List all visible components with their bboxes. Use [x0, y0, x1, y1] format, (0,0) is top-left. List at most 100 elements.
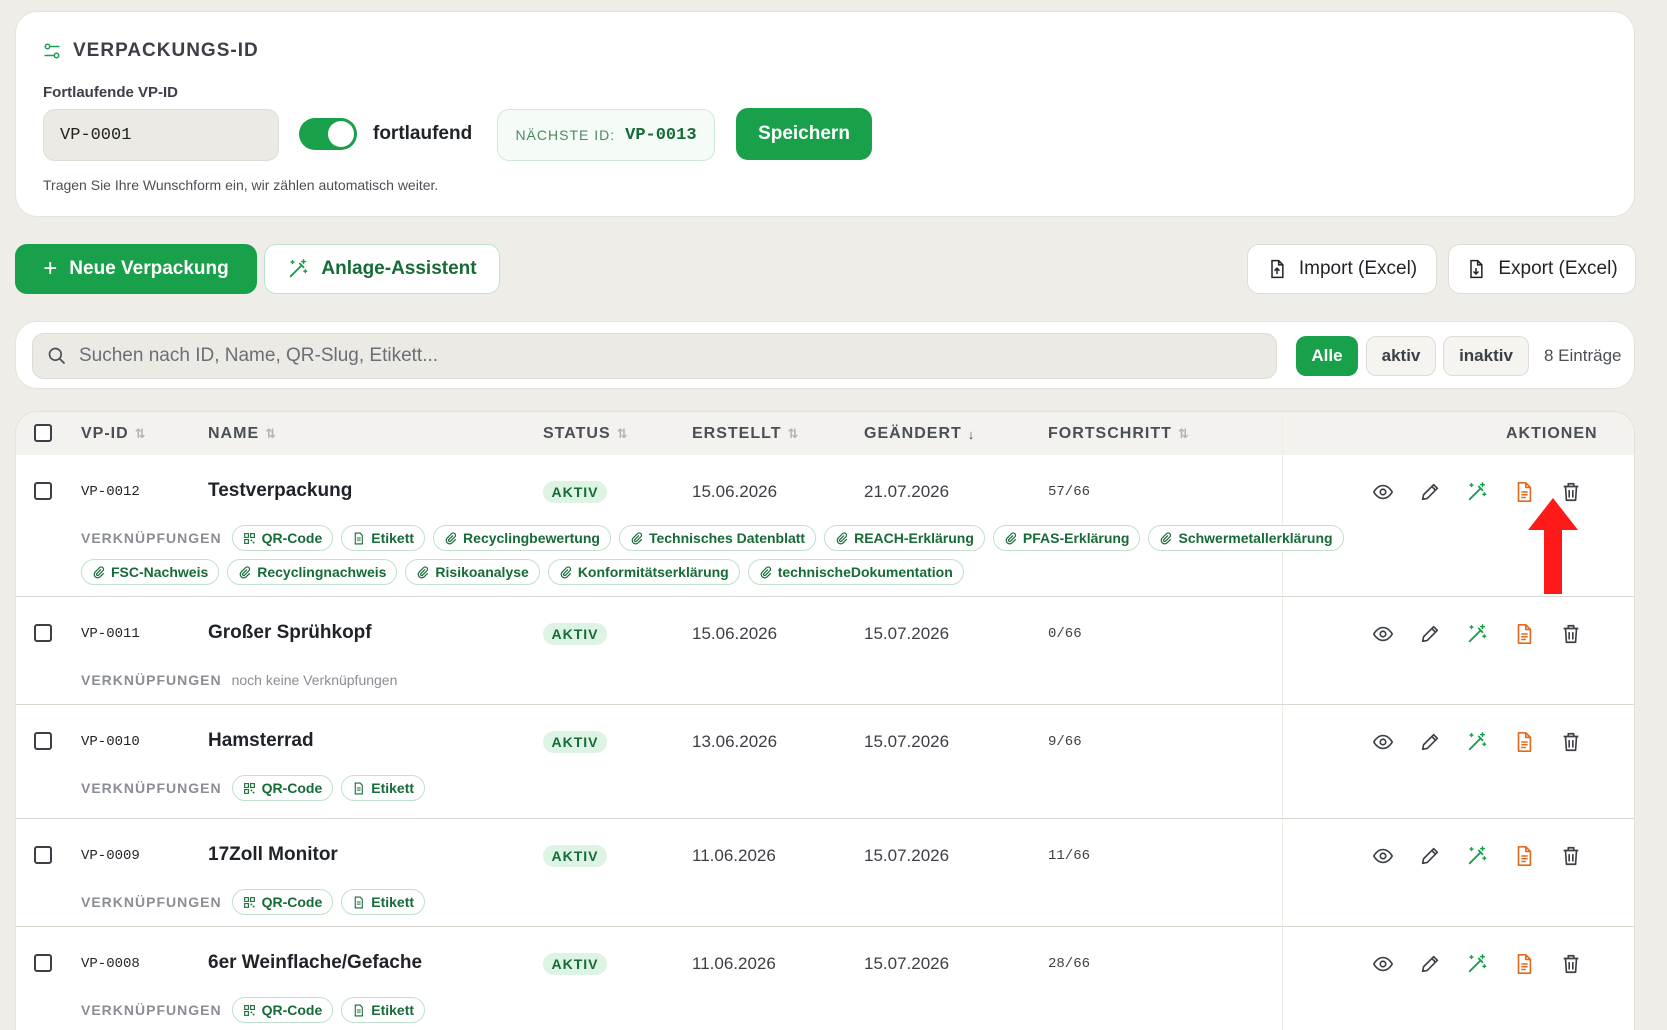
paperclip-icon	[1159, 532, 1172, 545]
row-vpid: VP-0010	[81, 734, 140, 750]
view-icon[interactable]	[1371, 730, 1395, 754]
column-vpid-label: VP-ID	[81, 425, 129, 442]
row-changed: 15.07.2026	[864, 846, 950, 865]
new-packaging-button[interactable]: + Neue Verpackung	[15, 244, 257, 294]
filter-active-button[interactable]: aktiv	[1366, 336, 1436, 376]
delete-icon[interactable]	[1559, 730, 1583, 754]
link-chip[interactable]: Risikoanalyse	[405, 559, 540, 585]
packaging-table: VP-ID ⇅ NAME ⇅ STATUS ⇅ ERSTELLT ⇅ GEÄNDERT ↓…	[15, 411, 1635, 1030]
delete-icon[interactable]	[1559, 622, 1583, 646]
sequential-toggle[interactable]	[299, 118, 357, 150]
link-chip-label: Etikett	[371, 1002, 415, 1018]
link-chip[interactable]: REACH-Erklärung	[824, 525, 985, 551]
row-name[interactable]: Großer Sprühkopf	[208, 622, 372, 644]
export-excel-button[interactable]: Export (Excel)	[1448, 244, 1636, 294]
column-name[interactable]: NAME ⇅	[208, 425, 276, 443]
link-chip[interactable]: PFAS-Erklärung	[992, 525, 1141, 551]
link-chip[interactable]: technischeDokumentation	[747, 559, 964, 585]
document-icon[interactable]	[1512, 844, 1536, 868]
column-vpid[interactable]: VP-ID ⇅	[81, 425, 146, 443]
view-icon[interactable]	[1371, 844, 1395, 868]
row-checkbox[interactable]	[34, 624, 52, 642]
link-chip-qr-code[interactable]: QR-Code	[231, 889, 334, 915]
link-chip-label: QR-Code	[261, 894, 323, 910]
edit-icon[interactable]	[1418, 952, 1442, 976]
edit-icon[interactable]	[1418, 730, 1442, 754]
filter-all-button[interactable]: Alle	[1296, 336, 1358, 376]
link-chip[interactable]: Konformitätserklärung	[547, 559, 740, 585]
row-vpid: VP-0008	[81, 956, 140, 972]
link-chip[interactable]: Schwermetallerklärung	[1148, 525, 1344, 551]
link-chip-etikett[interactable]: Etikett	[341, 525, 426, 551]
row-name[interactable]: Testverpackung	[208, 480, 352, 502]
file-export-icon	[1470, 259, 1483, 279]
row-actions	[1371, 622, 1583, 646]
edit-icon[interactable]	[1418, 480, 1442, 504]
view-icon[interactable]	[1371, 952, 1395, 976]
view-icon[interactable]	[1371, 622, 1395, 646]
magic-wand-icon[interactable]	[1465, 952, 1489, 976]
edit-icon[interactable]	[1418, 844, 1442, 868]
import-excel-button[interactable]: Import (Excel)	[1247, 244, 1437, 294]
vp-id-input[interactable]	[43, 109, 279, 161]
save-button[interactable]: Speichern	[736, 108, 872, 160]
magic-wand-icon[interactable]	[1465, 480, 1489, 504]
link-chip[interactable]: FSC-Nachweis	[81, 559, 220, 585]
link-chip[interactable]: Recyclingnachweis	[227, 559, 398, 585]
sort-icon: ⇅	[134, 426, 146, 441]
column-status-label: STATUS	[543, 425, 611, 442]
row-checkbox[interactable]	[34, 846, 52, 864]
filter-inactive-button[interactable]: inaktiv	[1443, 336, 1529, 376]
delete-icon[interactable]	[1559, 952, 1583, 976]
paperclip-icon	[238, 566, 251, 579]
link-chip-qr-code[interactable]: QR-Code	[231, 525, 334, 551]
magic-wand-icon[interactable]	[1465, 844, 1489, 868]
search-input[interactable]: Suchen nach ID, Name, QR-Slug, Etikett..…	[32, 333, 1277, 379]
row-checkbox[interactable]	[34, 482, 52, 500]
import-excel-label: Import (Excel)	[1298, 258, 1418, 279]
select-all-checkbox[interactable]	[34, 424, 52, 442]
link-chip-qr-code[interactable]: QR-Code	[231, 775, 334, 801]
sequential-toggle-label: fortlaufend	[373, 123, 473, 144]
vp-id-field-label: Fortlaufende VP-ID	[43, 84, 179, 101]
document-icon[interactable]	[1512, 952, 1536, 976]
paperclip-icon	[630, 532, 643, 545]
search-placeholder: Suchen nach ID, Name, QR-Slug, Etikett..…	[79, 345, 439, 366]
row-name[interactable]: 17Zoll Monitor	[208, 844, 338, 866]
qr-code-icon	[243, 532, 256, 545]
link-chip-etikett[interactable]: Etikett	[341, 997, 426, 1023]
row-name[interactable]: 6er Weinflache/Gefache	[208, 952, 422, 974]
creation-assistant-button[interactable]: Anlage-Assistent	[264, 244, 500, 294]
delete-icon[interactable]	[1559, 844, 1583, 868]
column-created[interactable]: ERSTELLT ⇅	[692, 425, 798, 443]
row-checkbox[interactable]	[34, 732, 52, 750]
links-list: VERKNÜPFUNGEN QR-Code Etikett	[81, 889, 1451, 915]
links-label: VERKNÜPFUNGEN	[81, 530, 222, 546]
row-name[interactable]: Hamsterrad	[208, 730, 314, 752]
paperclip-icon	[759, 566, 772, 579]
document-icon[interactable]	[1512, 622, 1536, 646]
links-list: VERKNÜPFUNGEN noch keine Verknüpfungen	[81, 667, 1451, 693]
link-chip-qr-code[interactable]: QR-Code	[231, 997, 334, 1023]
link-chip-label: QR-Code	[261, 1002, 323, 1018]
magic-wand-icon[interactable]	[1465, 730, 1489, 754]
paperclip-icon	[1004, 532, 1017, 545]
link-chip-label: Recyclingbewertung	[463, 530, 600, 546]
view-icon[interactable]	[1371, 480, 1395, 504]
link-chip-etikett[interactable]: Etikett	[341, 775, 426, 801]
row-checkbox[interactable]	[34, 954, 52, 972]
magic-wand-icon[interactable]	[1465, 622, 1489, 646]
column-changed[interactable]: GEÄNDERT ↓	[864, 425, 974, 443]
link-chip[interactable]: Recyclingbewertung	[433, 525, 611, 551]
label-icon	[352, 896, 365, 909]
edit-icon[interactable]	[1418, 622, 1442, 646]
column-status[interactable]: STATUS ⇅	[543, 425, 628, 443]
plus-icon: +	[43, 255, 58, 282]
row-progress: 0/66	[1048, 626, 1082, 642]
link-chip-label: Etikett	[371, 780, 415, 796]
link-chip-label: Risikoanalyse	[435, 564, 529, 580]
column-progress[interactable]: FORTSCHRITT ⇅	[1048, 425, 1189, 443]
document-icon[interactable]	[1512, 730, 1536, 754]
link-chip-etikett[interactable]: Etikett	[341, 889, 426, 915]
link-chip[interactable]: Technisches Datenblatt	[618, 525, 817, 551]
